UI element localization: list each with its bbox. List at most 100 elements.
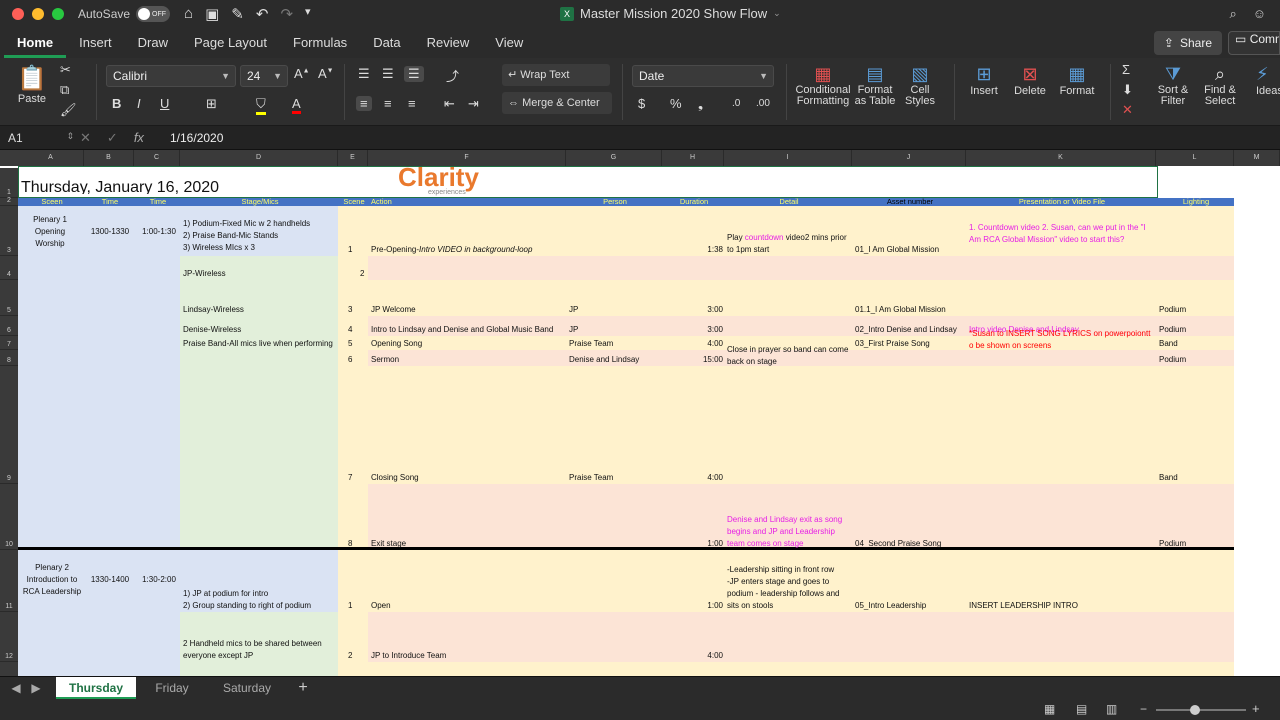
action-cell[interactable]: Eddy <box>371 662 565 676</box>
column-header[interactable]: J <box>852 150 966 166</box>
close-window-button[interactable] <box>12 8 24 20</box>
row-header[interactable]: 6 <box>0 316 18 336</box>
row-header[interactable]: 4 <box>0 256 18 280</box>
tab-saturday[interactable]: Saturday <box>210 677 284 699</box>
function-icon[interactable]: fx <box>134 130 144 146</box>
share-button[interactable]: ⇪ Share <box>1153 31 1222 55</box>
column-title[interactable]: Time <box>137 198 179 206</box>
delete-cells-button[interactable]: ⊠ Delete <box>1008 64 1052 97</box>
format-painter-icon[interactable]: 🖌 <box>60 102 77 118</box>
tab-insert[interactable]: Insert <box>66 28 125 58</box>
increase-indent-icon[interactable]: ⇥ <box>468 96 479 112</box>
stage-cell[interactable]: 1) Podium-Fixed Mic w 2 handhelds 2) Pra… <box>183 204 337 254</box>
detail-cell[interactable]: -Leadership sitting in front row -JP ent… <box>727 550 849 612</box>
lighting-cell[interactable]: Podium <box>1159 484 1233 550</box>
presentation-cell[interactable]: 1. Countdown video 2. Susan, can we put … <box>969 222 1155 246</box>
customize-toolbar-icon[interactable]: ▾ <box>305 5 311 23</box>
borders-icon[interactable]: ⊞ <box>206 96 217 112</box>
increase-decimal-icon[interactable]: .0 <box>732 98 740 109</box>
tab-thursday[interactable]: Thursday <box>56 677 136 699</box>
duration-cell[interactable]: 4:00 <box>665 366 723 484</box>
row-header[interactable]: 2 <box>0 197 18 206</box>
row-header[interactable]: 9 <box>0 366 18 484</box>
redo-icon[interactable]: ↷ <box>280 5 293 23</box>
stage-cell[interactable]: Praise Band-All mics live when performin… <box>183 336 343 350</box>
column-title[interactable]: Action <box>371 198 565 206</box>
format-cells-button[interactable]: ▦ Format <box>1054 64 1100 97</box>
duration-cell[interactable]: 15:00 <box>665 350 723 366</box>
column-header[interactable]: H <box>662 150 724 166</box>
zoom-slider[interactable] <box>1156 705 1246 715</box>
person-cell[interactable]: Praise Team <box>569 336 661 350</box>
font-color-icon[interactable]: A <box>292 96 301 114</box>
column-header[interactable]: K <box>966 150 1156 166</box>
action-cell[interactable]: Pre-Opening- Intro VIDEO in background-lo… <box>371 206 571 256</box>
align-middle-icon[interactable]: ☰ <box>382 66 394 82</box>
paste-button[interactable]: 📋 Paste <box>12 64 52 105</box>
add-sheet-icon[interactable]: + <box>288 677 318 699</box>
conditional-formatting-button[interactable]: ▦ Conditional Formatting <box>794 64 852 107</box>
action-cell[interactable]: JP Welcome <box>371 280 565 316</box>
action-cell[interactable]: JP to Introduce Team <box>371 612 565 662</box>
cancel-icon[interactable]: ✕ <box>80 130 91 146</box>
scroll-right-icon[interactable]: ▶ <box>28 677 44 699</box>
tab-friday[interactable]: Friday <box>138 677 206 699</box>
asset-cell[interactable]: 01_I Am Global Mission <box>855 206 965 256</box>
align-right-icon[interactable]: ≡ <box>408 96 416 111</box>
percent-icon[interactable]: % <box>670 96 682 111</box>
sheet-title[interactable]: Thursday, January 16, 2020 <box>21 164 321 195</box>
action-cell[interactable]: Opening Song <box>371 336 565 350</box>
name-box[interactable]: A1 ⇕ <box>0 131 80 145</box>
sort-filter-button[interactable]: ⧩ Sort & Filter <box>1150 64 1196 107</box>
smiley-icon[interactable]: ☺ <box>1253 6 1266 22</box>
find-select-button[interactable]: ⌕ Find & Select <box>1198 64 1242 107</box>
copy-icon[interactable]: ⧉ <box>60 82 69 98</box>
number-format-select[interactable]: Date ▼ <box>632 65 774 87</box>
asset-cell[interactable]: 03_First Praise Song <box>855 336 965 350</box>
formula-input[interactable]: 1/16/2020 <box>170 131 223 145</box>
decrease-indent-icon[interactable]: ⇤ <box>444 96 455 112</box>
autosave-toggle[interactable]: OFF <box>136 6 171 22</box>
tab-draw[interactable]: Draw <box>125 28 181 58</box>
zoom-in-icon[interactable]: + <box>1252 701 1260 716</box>
column-header[interactable]: L <box>1156 150 1234 166</box>
align-center-icon[interactable]: ≡ <box>384 96 392 111</box>
lighting-cell[interactable]: Podium <box>1159 280 1233 316</box>
underline-button[interactable]: U <box>160 96 169 111</box>
column-title[interactable]: Sceen <box>21 198 83 206</box>
tab-review[interactable]: Review <box>414 28 483 58</box>
stage-cell[interactable]: JP Sundermeier Wireless <box>183 662 337 676</box>
clear-icon[interactable]: ✕ <box>1122 102 1133 118</box>
lighting-cell[interactable]: Band <box>1159 366 1233 484</box>
asset-cell[interactable]: 01.1_I Am Global Mission <box>855 280 965 316</box>
presentation-note-cell[interactable]: *Susan to INSERT SONG LYRICS on powerpoi… <box>969 328 1155 352</box>
row-header[interactable]: 13 <box>0 662 18 676</box>
duration-cell[interactable]: 4:00 <box>665 662 723 676</box>
asset-cell[interactable]: 02_Intro Denise and Lindsay <box>855 316 965 336</box>
scroll-left-icon[interactable]: ◀ <box>8 677 24 699</box>
column-header[interactable]: M <box>1234 150 1280 166</box>
row-header[interactable]: 8 <box>0 350 18 366</box>
duration-cell[interactable]: 1:38 <box>665 206 723 256</box>
row-header[interactable]: 1 <box>0 168 18 198</box>
row-header[interactable]: 7 <box>0 336 18 350</box>
duration-cell[interactable]: 1:00 <box>665 550 723 612</box>
person-cell[interactable]: Denise and Lindsay <box>569 350 661 366</box>
cell-styles-button[interactable]: ▧ Cell Styles <box>900 64 940 107</box>
confirm-icon[interactable]: ✓ <box>107 130 118 146</box>
stage-cell[interactable]: Denise-Wireless <box>183 316 337 336</box>
ideas-button[interactable]: ⚡Ideas <box>1256 64 1280 97</box>
column-title[interactable]: Duration <box>665 198 723 206</box>
column-title[interactable]: Person <box>569 198 661 206</box>
action-cell[interactable]: Exit stage <box>371 484 565 550</box>
comments-button[interactable]: ▭ Comments <box>1228 31 1280 55</box>
zoom-window-button[interactable] <box>52 8 64 20</box>
time-cell[interactable]: 1330-1400 <box>87 574 133 586</box>
tab-formulas[interactable]: Formulas <box>280 28 360 58</box>
action-cell[interactable]: Closing Song <box>371 366 565 484</box>
detail-cell[interactable]: Close in prayer so band can come back on… <box>727 344 849 368</box>
duration-cell[interactable]: 1:00 <box>665 484 723 550</box>
lighting-cell[interactable]: Podium <box>1159 316 1233 336</box>
action-cell[interactable]: Open <box>371 550 565 612</box>
save-icon[interactable]: ▣ <box>205 5 219 23</box>
